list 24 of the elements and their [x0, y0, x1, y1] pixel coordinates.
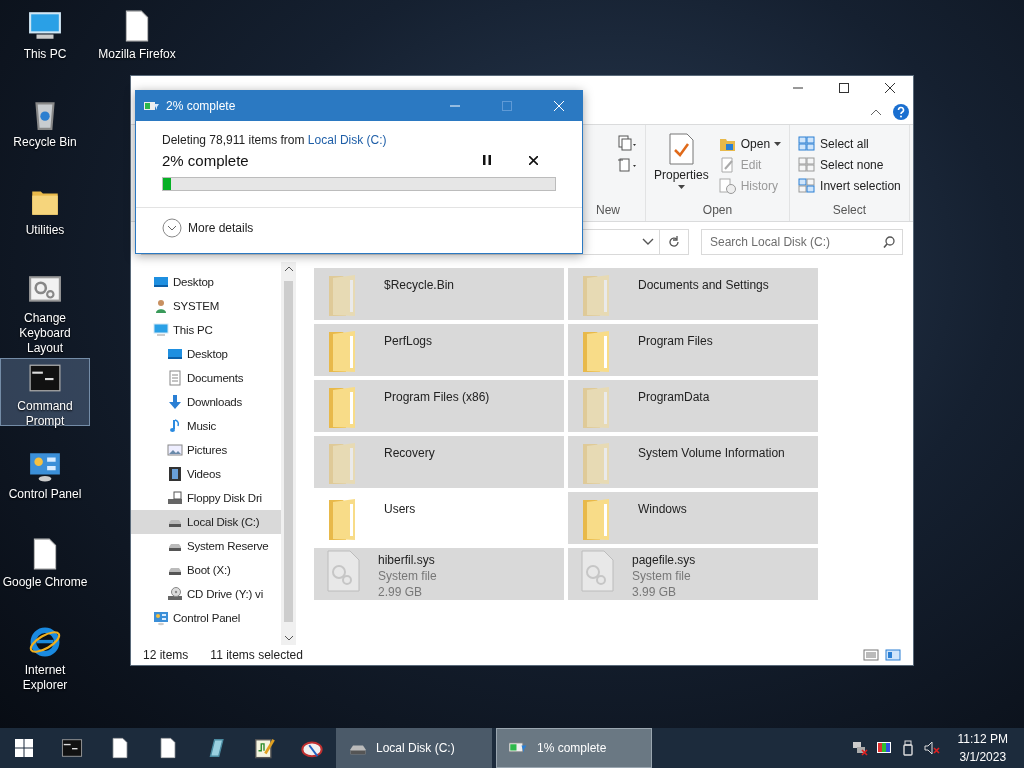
folder-name: Program Files [638, 333, 713, 350]
item-count: 12 items [143, 648, 189, 662]
folder-name: Recovery [384, 445, 435, 462]
dialog-title: 2% complete [166, 99, 237, 113]
file-size: 3.99 GB [632, 584, 678, 600]
file-name: hiberfil.sys [378, 552, 436, 568]
selection-count: 11 items selected [210, 648, 303, 662]
file-size: 2.99 GB [378, 584, 424, 600]
file-name: pagefile.sys [632, 552, 696, 568]
group-label: New [595, 202, 621, 219]
status-message: Deleting 78,911 items from Local Disk (C:) [162, 133, 388, 147]
folder-name: $Recycle.Bin [384, 277, 455, 294]
folder-name: Windows [638, 501, 687, 518]
folder-name: System Volume Information [638, 445, 785, 462]
folder-name: Users [384, 501, 416, 518]
group-label: Select [831, 202, 868, 219]
progress-heading: 2% complete [162, 151, 250, 169]
file-type: System file [632, 568, 692, 584]
file-type: System file [378, 568, 437, 584]
folder-name: Program Files (x86) [384, 389, 490, 406]
group-label: Open [701, 202, 734, 219]
folder-name: PerfLogs [384, 333, 433, 350]
folder-name: ProgramData [638, 389, 710, 406]
folder-name: Documents and Settings [638, 277, 769, 294]
